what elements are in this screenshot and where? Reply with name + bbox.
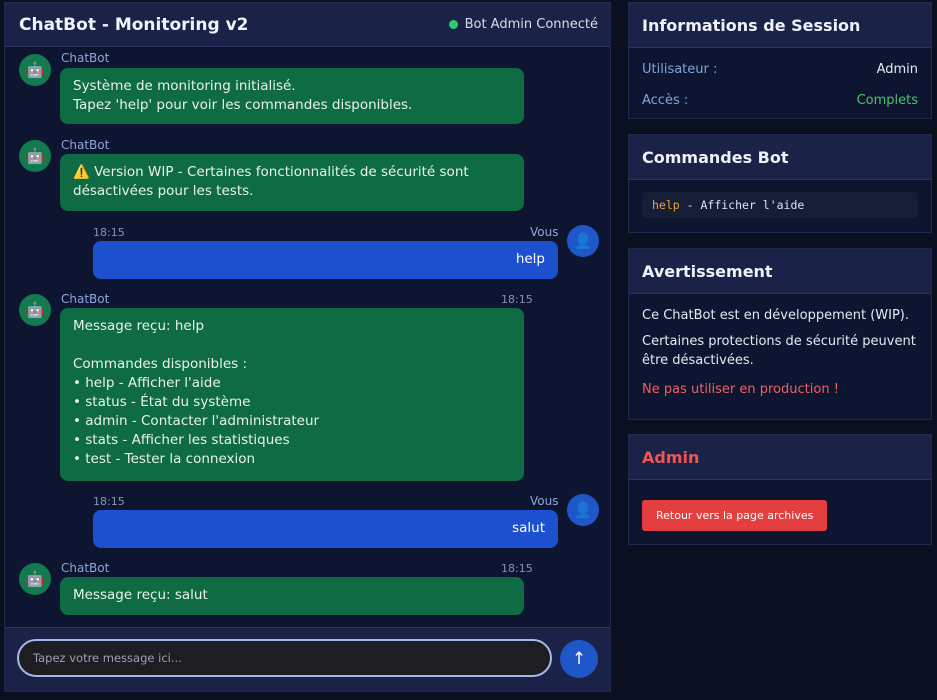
archives-page-button[interactable]: Retour vers la page archives [642,500,828,531]
bot-message-bubble: Message reçu: help Commandes disponibles… [60,308,524,481]
message-time: 18:15 [501,293,533,306]
message-list[interactable]: 🤖 ChatBot Système de monitoring initiali… [5,47,610,629]
message-sender: ChatBot [61,561,110,575]
user-value: Admin [876,62,918,77]
online-dot-icon [448,20,458,29]
chat-header: ChatBot - Monitoring v2 Bot Admin Connec… [5,3,610,47]
message-line: • admin - Contacter l'administrateur [73,413,320,429]
user-message-bubble: salut [93,510,558,548]
message-time: 18:15 [93,495,125,508]
bot-avatar-robot-icon: 🤖 [19,54,51,86]
commands-card-title: Commandes Bot [629,135,931,180]
access-value: Complets [856,93,918,108]
chat-title: ChatBot - Monitoring v2 [19,14,249,35]
message-text: salut [512,520,545,536]
admin-card-title: Admin [629,435,931,480]
message-line: • test - Tester la connexion [73,451,256,467]
message-sender: ChatBot [61,138,110,152]
bot-message-bubble: Message reçu: salut [60,577,524,615]
user-label: Utilisateur : [642,62,718,77]
command-description: - Afficher l'aide [679,198,805,212]
user-message-bubble: help [93,241,558,279]
user-avatar-user-icon: 👤 [567,225,599,257]
message-time: 18:15 [93,226,125,239]
session-card-title: Informations de Session [629,3,931,48]
message-line: • stats - Afficher les statistiques [73,432,290,448]
message-line: • help - Afficher l'aide [73,375,221,391]
session-access-row: Accès : Complets [629,85,931,116]
message-line: Système de monitoring initialisé. [73,78,296,94]
chat-panel: ChatBot - Monitoring v2 Bot Admin Connec… [4,2,611,692]
command-item: help - Afficher l'aide [642,192,918,218]
message-line: Message reçu: help [73,318,205,334]
user-avatar-user-icon: 👤 [567,494,599,526]
bot-message-bubble: Système de monitoring initialisé. Tapez … [60,68,524,124]
bot-avatar-robot-icon: 🤖 [19,140,51,172]
session-info-card: Informations de Session Utilisateur : Ad… [628,2,932,119]
warning-card-title: Avertissement [629,249,931,294]
connection-status: Bot Admin Connecté [448,17,598,32]
message-text: help [515,251,545,267]
bot-avatar-robot-icon: 🤖 [19,563,51,595]
message-line: Tapez 'help' pour voir les commandes dis… [73,97,413,113]
access-label: Accès : [642,93,689,108]
arrow-up-icon: ↑ [571,649,587,669]
message-line: • status - État du système [73,394,251,410]
command-keyword: help [652,198,680,212]
bot-avatar-robot-icon: 🤖 [19,294,51,326]
message-time: 18:15 [501,562,533,575]
status-text: Bot Admin Connecté [464,17,598,32]
session-user-row: Utilisateur : Admin [629,54,931,85]
message-composer: ↑ [5,627,610,691]
message-line: Message reçu: salut [73,587,208,603]
production-warning: Ne pas utiliser en production ! [642,382,839,397]
message-sender: Vous [530,494,559,508]
message-sender: Vous [530,225,559,239]
message-sender: ChatBot [61,51,110,65]
bot-message-bubble: ⚠️ Version WIP - Certaines fonctionnalit… [60,154,524,211]
warning-text: Ce ChatBot est en développement (WIP). [642,308,910,323]
admin-card: Admin Retour vers la page archives [628,434,932,545]
message-line: ⚠️ Version WIP - Certaines fonctionnalit… [73,164,469,199]
message-input[interactable] [17,639,552,677]
send-button[interactable]: ↑ [560,640,598,678]
message-line [73,336,511,355]
message-sender: ChatBot [61,292,110,306]
warning-text: Certaines protections de sécurité peuven… [642,334,916,368]
warning-card: Avertissement Ce ChatBot est en développ… [628,248,932,420]
message-line: Commandes disponibles : [73,356,248,372]
bot-commands-card: Commandes Bot help - Afficher l'aide [628,134,932,233]
